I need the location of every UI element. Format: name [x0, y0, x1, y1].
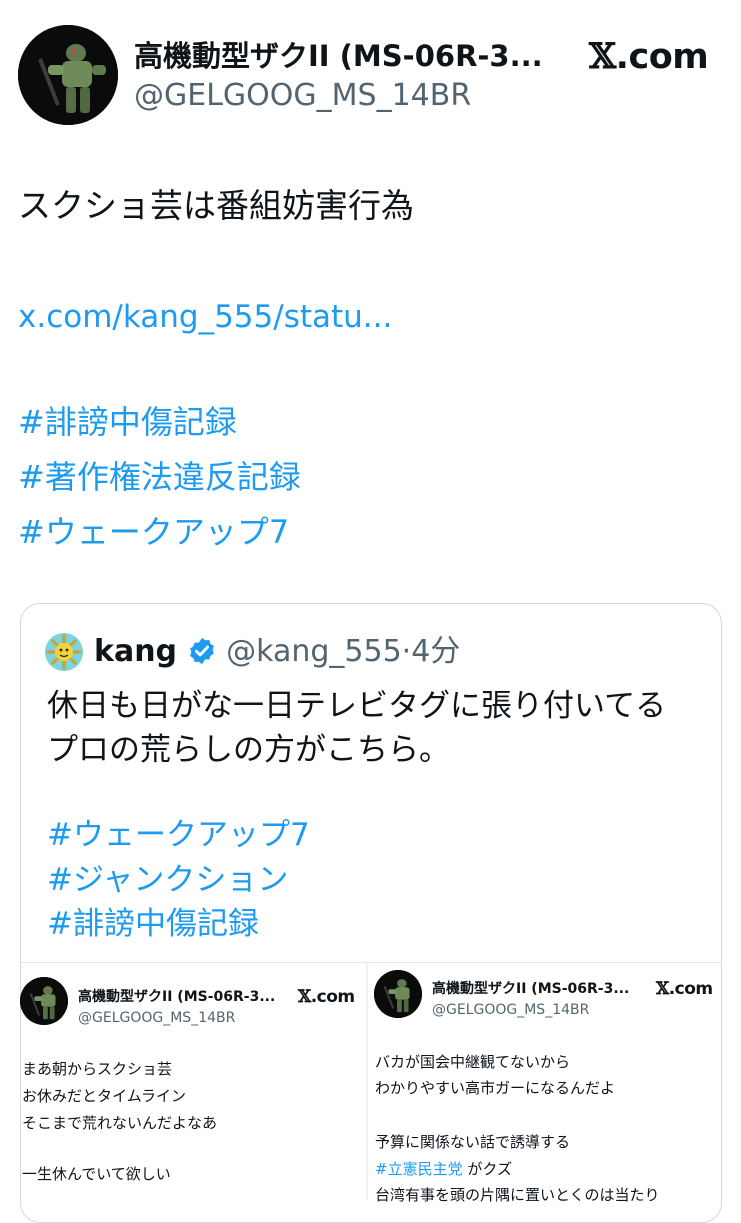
screenshot-left-avatar: [20, 977, 68, 1025]
x-logo-icon: 𝕏: [298, 987, 311, 1007]
screenshot-right-brand-text: .com: [668, 979, 713, 999]
x-logo-icon: 𝕏: [656, 979, 669, 999]
author-avatar[interactable]: [18, 25, 118, 125]
quoted-author-row: kang @kang_555·4分: [94, 631, 460, 673]
screenshot-right-display-name: 高機動型ザクII (MS-06R-3...: [432, 981, 630, 997]
screenshot-right-hashtag-suffix: がクズ: [462, 1160, 513, 1178]
quoted-timestamp[interactable]: 4分: [411, 634, 460, 669]
quoted-text-line: プロの荒らしの方がこちら。: [47, 732, 450, 768]
quoted-display-name[interactable]: kang: [94, 634, 177, 669]
post-text: スクショ芸は番組妨害行為: [18, 186, 414, 225]
source-brand-text: .com: [615, 37, 709, 77]
quoted-handle[interactable]: @kang_555: [226, 634, 402, 669]
media-gutter: [366, 963, 368, 1200]
source-brand: 𝕏.com: [589, 36, 709, 78]
x-logo-icon: 𝕏: [589, 36, 616, 77]
screenshot-right-text-line: 台湾有事を頭の片隅に置いとくのは当たり: [375, 1186, 660, 1204]
screenshot-left-text-line: 一生休んでいて欲しい: [22, 1165, 171, 1183]
quoted-hashtag[interactable]: #誹謗中傷記録: [47, 902, 259, 946]
author-display-name[interactable]: 高機動型ザクII (MS-06R-3...: [134, 36, 543, 76]
screenshot-right-hashtag-line: #立憲民主党 がクズ: [375, 1158, 512, 1180]
quoted-separator: ·: [401, 634, 412, 669]
screenshot-right-text-line: 予算に関係ない話で誘導する: [375, 1133, 571, 1151]
screenshot-right-hashtag: #立憲民主党: [375, 1160, 463, 1178]
post-hashtag[interactable]: #著作権法違反記録: [18, 455, 301, 499]
screenshot-right-handle: @GELGOOG_MS_14BR: [432, 1002, 590, 1018]
verified-badge-icon: [189, 637, 214, 665]
post-hashtag[interactable]: #ウェークアップ7: [18, 510, 289, 554]
media-top-border: [21, 962, 721, 963]
mobile-suit-avatar-image: [374, 970, 422, 1018]
screenshot-right-text-line: バカが国会中継観てないから: [375, 1053, 571, 1071]
post-link[interactable]: x.com/kang_555/statu...: [18, 295, 392, 339]
mobile-suit-avatar-image: [20, 977, 68, 1025]
quoted-author-avatar[interactable]: [45, 633, 83, 671]
quoted-hashtag[interactable]: #ウェークアップ7: [47, 813, 310, 857]
sun-character-avatar-image: [45, 633, 83, 671]
author-handle[interactable]: @GELGOOG_MS_14BR: [134, 76, 471, 116]
screenshot-right-text-line: わかりやすい高市ガーになるんだよ: [375, 1079, 616, 1097]
quoted-hashtag[interactable]: #ジャンクション: [47, 858, 288, 902]
screenshot-left-text-line: まあ朝からスクショ芸: [22, 1060, 173, 1078]
screenshot-left-display-name: 高機動型ザクII (MS-06R-3...: [78, 989, 276, 1005]
screenshot-left-brand-text: .com: [310, 987, 355, 1007]
screenshot-right-brand: 𝕏.com: [656, 978, 713, 1000]
author-handle-text[interactable]: @GELGOOG_MS_14BR: [134, 78, 471, 113]
screenshot-left-text-line: そこまで荒れないんだよなあ: [22, 1114, 218, 1132]
mobile-suit-avatar-image: [18, 25, 118, 125]
screenshot-left-brand: 𝕏.com: [298, 986, 355, 1008]
screenshot-left-handle: @GELGOOG_MS_14BR: [78, 1010, 236, 1026]
quoted-text-line: 休日も日がな一日テレビタグに張り付いてる: [47, 688, 667, 724]
post-hashtag[interactable]: #誹謗中傷記録: [18, 400, 237, 444]
screenshot-right-avatar: [374, 970, 422, 1018]
screenshot-left-text-line: お休みだとタイムライン: [22, 1087, 186, 1105]
